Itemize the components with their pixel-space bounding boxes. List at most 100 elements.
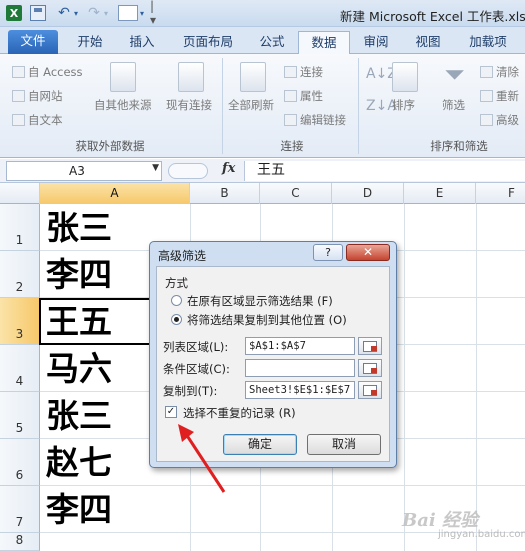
range-picker-icon[interactable] xyxy=(358,337,382,355)
row-header-5[interactable]: 5 xyxy=(0,392,40,439)
connections-icon xyxy=(284,66,297,78)
tab-addins[interactable]: 加载项 xyxy=(460,31,516,54)
from-access-button[interactable]: 自 Access xyxy=(12,64,83,80)
column-header-c[interactable]: C xyxy=(260,183,332,204)
from-web-label: 自网站 xyxy=(28,89,63,103)
row-header-4[interactable]: 4 xyxy=(0,345,40,392)
tab-data[interactable]: 数据 xyxy=(298,31,350,55)
edit-links-label: 编辑链接 xyxy=(300,113,346,127)
other-sources-icon[interactable] xyxy=(110,62,136,92)
unique-records-checkbox[interactable]: ✓ xyxy=(165,406,177,418)
clear-filter-icon xyxy=(480,66,493,78)
customize-toolbar-icon[interactable]: |▾ xyxy=(150,0,158,27)
advanced-filter-icon xyxy=(480,114,493,126)
column-header-a[interactable]: A xyxy=(40,183,190,204)
copy-to-field[interactable]: Sheet3!$E$1:$E$7 xyxy=(245,381,355,399)
row-header-3[interactable]: 3 xyxy=(0,298,40,345)
advanced-filter-button[interactable]: 高级 xyxy=(480,112,519,128)
insert-function-icon[interactable]: fx xyxy=(222,161,235,176)
formula-bar-handle[interactable] xyxy=(168,163,208,179)
redo-dropdown-icon[interactable]: ▾ xyxy=(102,5,110,21)
row-header-6[interactable]: 6 xyxy=(0,439,40,486)
option-copy-label[interactable]: 将筛选结果复制到其他位置 (O) xyxy=(187,312,347,328)
from-web-button[interactable]: 自网站 xyxy=(12,88,63,104)
column-header-b[interactable]: B xyxy=(190,183,260,204)
tab-home[interactable]: 开始 xyxy=(68,31,112,54)
cell-a4[interactable]: 马六 xyxy=(46,347,112,391)
filter-button[interactable]: 筛选 xyxy=(442,97,465,113)
copy-to-label: 复制到(T): xyxy=(163,384,218,398)
tab-insert[interactable]: 插入 xyxy=(120,31,164,54)
range-picker-icon[interactable] xyxy=(358,381,382,399)
column-header-d[interactable]: D xyxy=(332,183,404,204)
radio-in-place[interactable] xyxy=(171,295,182,306)
formula-input[interactable]: 王五 xyxy=(244,161,525,181)
tab-page-layout[interactable]: 页面布局 xyxy=(176,31,240,54)
properties-button[interactable]: 属性 xyxy=(284,88,323,104)
from-text-button[interactable]: 自文本 xyxy=(12,112,63,128)
connections-button[interactable]: 连接 xyxy=(284,64,323,80)
refresh-all-icon[interactable] xyxy=(240,62,266,92)
range-picker-icon[interactable] xyxy=(358,359,382,377)
properties-label: 属性 xyxy=(300,89,323,103)
cell-a6[interactable]: 赵七 xyxy=(46,441,112,485)
column-header-f[interactable]: F xyxy=(476,183,525,204)
group-separator xyxy=(358,58,359,154)
cancel-button[interactable]: 取消 xyxy=(307,434,381,455)
tab-view[interactable]: 视图 xyxy=(406,31,450,54)
column-header-e[interactable]: E xyxy=(404,183,476,204)
chevron-down-icon[interactable]: ▼ xyxy=(152,163,159,173)
group-label-sort-filter: 排序和筛选 xyxy=(430,139,488,153)
save-icon[interactable] xyxy=(30,5,46,21)
select-all-corner[interactable] xyxy=(0,183,40,204)
form-icon[interactable] xyxy=(118,5,138,21)
reapply-icon xyxy=(480,90,493,102)
sort-button[interactable]: 排序 xyxy=(392,97,415,113)
refresh-all-button[interactable]: 全部刷新 xyxy=(228,97,274,113)
reapply-button[interactable]: 重新 xyxy=(480,88,519,104)
formula-bar: A3 ▼ fx 王五 xyxy=(0,159,525,183)
list-range-field[interactable]: $A$1:$A$7 xyxy=(245,337,355,355)
link-icon xyxy=(284,114,297,126)
title-bar: X ↶ ▾ ↷ ▾ ▾ |▾ 新建 Microsoft Excel 工作表.xl… xyxy=(0,0,525,27)
radio-copy[interactable] xyxy=(171,314,182,325)
cell-a2[interactable]: 李四 xyxy=(46,253,112,297)
grid-line xyxy=(404,204,405,551)
redo-icon[interactable]: ↷ xyxy=(86,5,102,21)
tab-file[interactable]: 文件 xyxy=(8,30,58,54)
watermark-url: jingyan.baidu.com xyxy=(438,529,525,540)
web-icon xyxy=(12,90,25,102)
row-header-7[interactable]: 7 xyxy=(0,486,40,533)
excel-icon[interactable]: X xyxy=(6,5,22,21)
existing-connections-button[interactable]: 现有连接 xyxy=(166,97,212,113)
edit-links-button[interactable]: 编辑链接 xyxy=(284,112,346,128)
option-in-place-label[interactable]: 在原有区域显示筛选结果 (F) xyxy=(187,293,333,309)
connections-label: 连接 xyxy=(300,65,323,79)
row-header-2[interactable]: 2 xyxy=(0,251,40,298)
cell-a5[interactable]: 张三 xyxy=(46,394,112,438)
form-dropdown-icon[interactable]: ▾ xyxy=(138,5,146,21)
close-button[interactable]: ✕ xyxy=(346,244,390,261)
row-header-8[interactable]: 8 xyxy=(0,533,40,551)
grid-line xyxy=(40,485,525,486)
access-icon xyxy=(12,66,25,78)
undo-icon[interactable]: ↶ xyxy=(56,5,72,21)
row-header-1[interactable]: 1 xyxy=(0,204,40,251)
undo-dropdown-icon[interactable]: ▾ xyxy=(72,5,80,21)
clear-label: 清除 xyxy=(496,65,519,79)
criteria-range-field[interactable] xyxy=(245,359,355,377)
clear-button[interactable]: 清除 xyxy=(480,64,519,80)
unique-records-label[interactable]: 选择不重复的记录 (R) xyxy=(183,405,296,421)
help-button[interactable]: ? xyxy=(313,244,343,261)
tab-formulas[interactable]: 公式 xyxy=(250,31,294,54)
tab-review[interactable]: 审阅 xyxy=(354,31,398,54)
dialog-title: 高级筛选 xyxy=(158,249,207,263)
cell-a1[interactable]: 张三 xyxy=(46,206,112,250)
other-sources-button[interactable]: 自其他来源 xyxy=(94,97,152,113)
existing-connections-icon[interactable] xyxy=(178,62,204,92)
sort-icon[interactable] xyxy=(392,62,418,92)
filter-funnel-icon[interactable]: ⏷ xyxy=(444,60,465,91)
properties-icon xyxy=(284,90,297,102)
name-box[interactable]: A3 ▼ xyxy=(6,161,162,181)
cell-a7[interactable]: 李四 xyxy=(46,488,112,532)
